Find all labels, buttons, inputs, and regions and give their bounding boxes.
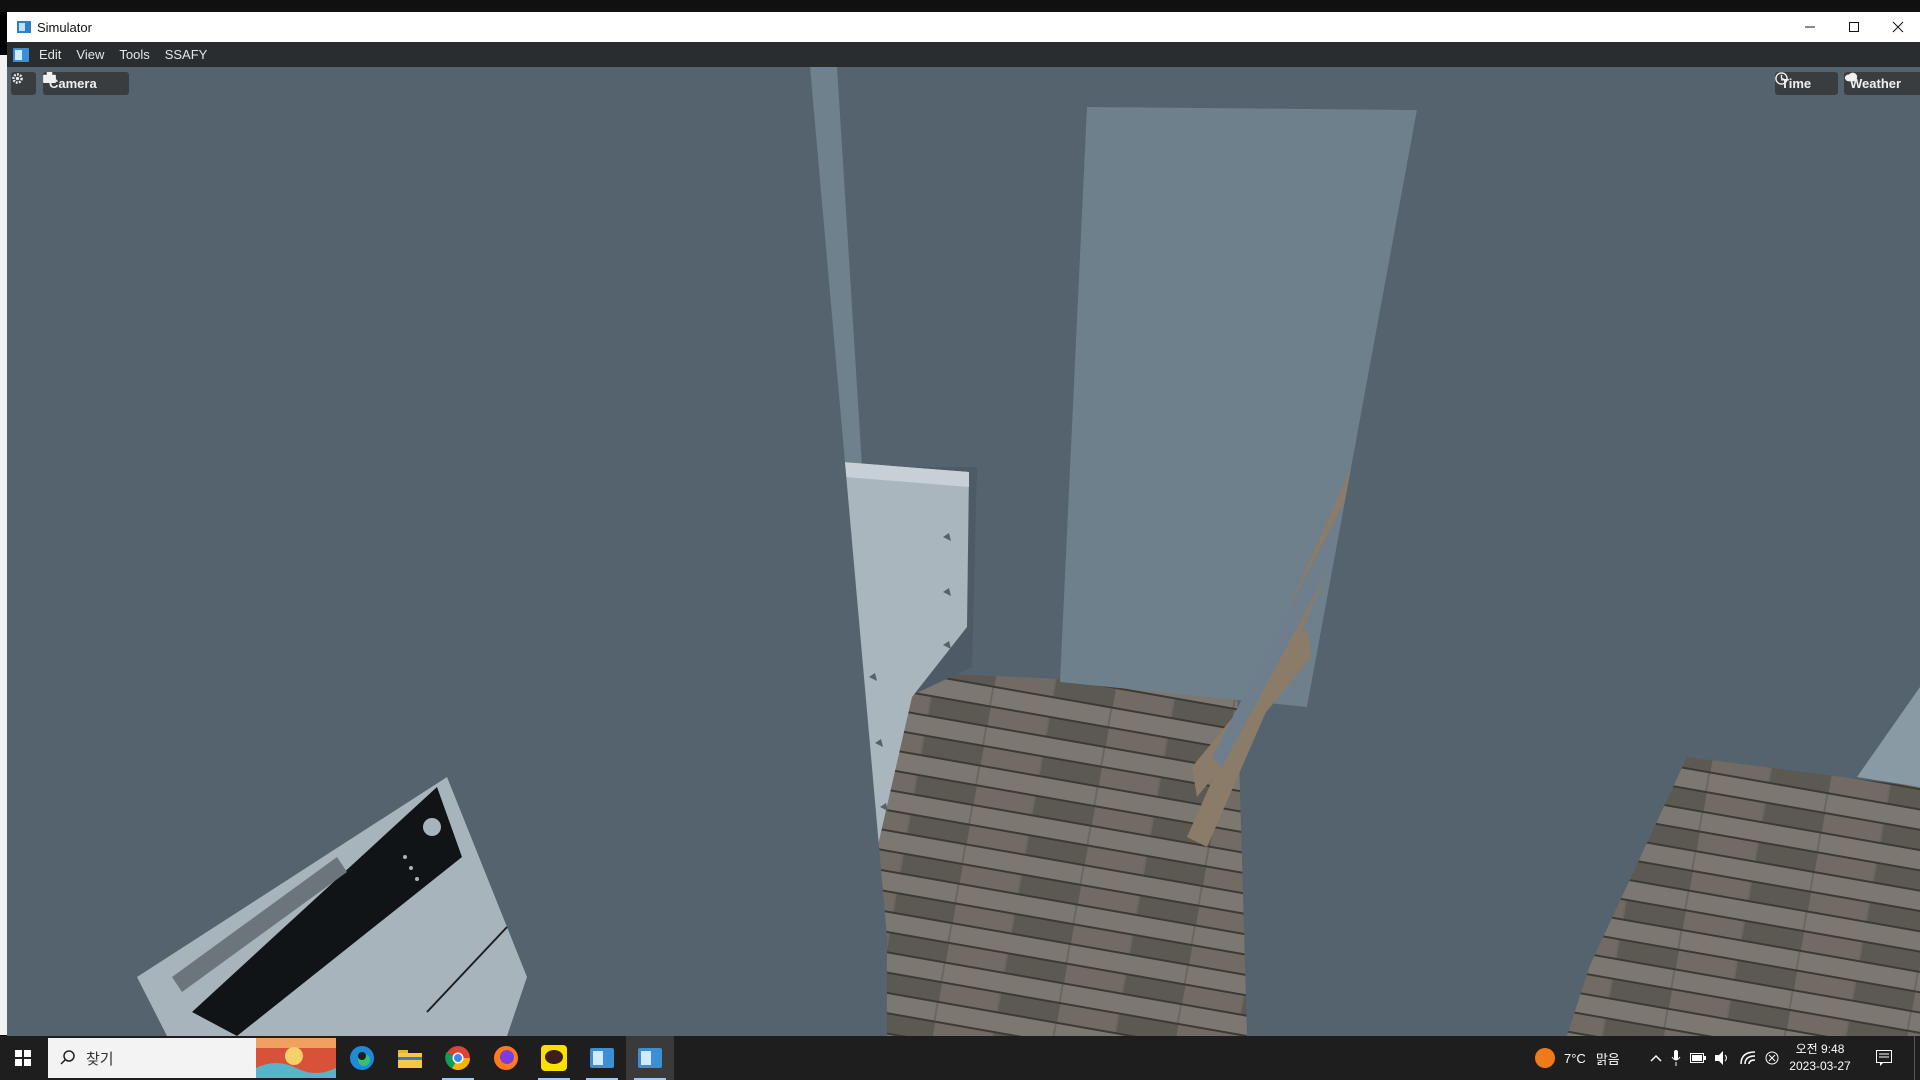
camera-label: Camera — [49, 76, 97, 91]
search-box[interactable]: 찾기 — [48, 1038, 256, 1078]
taskbar-app-simulator-2[interactable] — [626, 1036, 674, 1080]
sun-icon — [1535, 1048, 1555, 1068]
screen: Simulator Edit View Tools SSAFY Camera T… — [0, 0, 1920, 1080]
clock-date: 2023-03-27 — [1789, 1059, 1851, 1073]
notification-button[interactable] — [1876, 1036, 1892, 1080]
app-icon — [17, 21, 31, 33]
app-logo-icon[interactable] — [13, 47, 29, 62]
camera-button[interactable]: Camera — [43, 72, 129, 95]
menu-tools[interactable]: Tools — [119, 47, 149, 62]
chevron-up-icon[interactable] — [1650, 1053, 1662, 1063]
desktop-background — [0, 0, 1920, 12]
kakaotalk-icon — [541, 1045, 567, 1071]
taskbar-app-file-explorer[interactable] — [386, 1036, 434, 1080]
windows-icon — [15, 1050, 31, 1066]
edge-icon — [350, 1046, 374, 1070]
simulator-app-icon — [590, 1048, 614, 1068]
system-tray — [1650, 1036, 1779, 1080]
menu-ssafy[interactable]: SSAFY — [165, 47, 208, 62]
battery-icon[interactable] — [1690, 1053, 1706, 1063]
camera-icon — [43, 72, 56, 83]
taskbar-app-chrome[interactable] — [434, 1036, 482, 1080]
weather-widget[interactable]: 7°C 맑음 — [1534, 1036, 1620, 1080]
desktop-edge — [0, 55, 7, 1035]
taskbar-app-edge[interactable] — [338, 1036, 386, 1080]
notification-icon — [1876, 1050, 1892, 1066]
weather-button[interactable]: Weather — [1844, 72, 1920, 95]
chrome-icon — [445, 1046, 470, 1071]
taskbar-app-firefox[interactable] — [482, 1036, 530, 1080]
taskbar-app-kakaotalk[interactable] — [530, 1036, 578, 1080]
time-button[interactable]: Time — [1775, 72, 1838, 95]
simulator-app-icon — [638, 1048, 662, 1068]
weather-desc: 맑음 — [1595, 1051, 1620, 1067]
maximize-icon — [1849, 22, 1859, 32]
window-title: Simulator — [37, 19, 92, 35]
minimize-button[interactable] — [1788, 12, 1832, 42]
speaker-icon[interactable] — [1715, 1051, 1731, 1065]
cloud-icon — [1844, 72, 1858, 82]
taskbar-app-simulator-1[interactable] — [578, 1036, 626, 1080]
clock[interactable]: 오전 9:48 2023-03-27 — [1780, 1041, 1860, 1075]
menu-view[interactable]: View — [76, 47, 104, 62]
search-highlight-image[interactable] — [256, 1038, 336, 1078]
settings-button[interactable] — [11, 72, 36, 95]
title-bar[interactable]: Simulator — [7, 12, 1920, 42]
weather-temp: 7°C — [1564, 1050, 1586, 1066]
taskbar: 찾기 7°C 맑음 오전 9:48 2023-03-27 — [0, 1036, 1920, 1080]
wifi-icon[interactable] — [1740, 1051, 1756, 1065]
search-placeholder: 찾기 — [86, 1050, 114, 1068]
search-highlight-icon — [256, 1038, 336, 1078]
simulation-viewport[interactable]: Camera Time Weather — [7, 67, 1920, 1036]
close-icon — [1892, 21, 1904, 33]
simulator-window: Simulator Edit View Tools SSAFY Camera T… — [7, 12, 1920, 1036]
menu-bar: Edit View Tools SSAFY — [7, 42, 1920, 67]
close-button[interactable] — [1876, 12, 1920, 42]
maximize-button[interactable] — [1832, 12, 1876, 42]
minimize-icon — [1805, 26, 1815, 28]
scene-render — [7, 67, 1920, 1036]
clock-icon — [1775, 72, 1788, 85]
show-desktop-button[interactable] — [1914, 1036, 1920, 1080]
warning-icon[interactable] — [1765, 1051, 1779, 1065]
clock-time: 오전 9:48 — [1795, 1042, 1845, 1056]
menu-edit[interactable]: Edit — [39, 47, 61, 62]
gear-icon — [12, 73, 23, 84]
start-button[interactable] — [0, 1036, 46, 1080]
microphone-icon[interactable] — [1671, 1050, 1681, 1066]
firefox-icon — [494, 1046, 518, 1070]
folder-icon — [398, 1050, 422, 1068]
search-icon — [60, 1050, 75, 1065]
